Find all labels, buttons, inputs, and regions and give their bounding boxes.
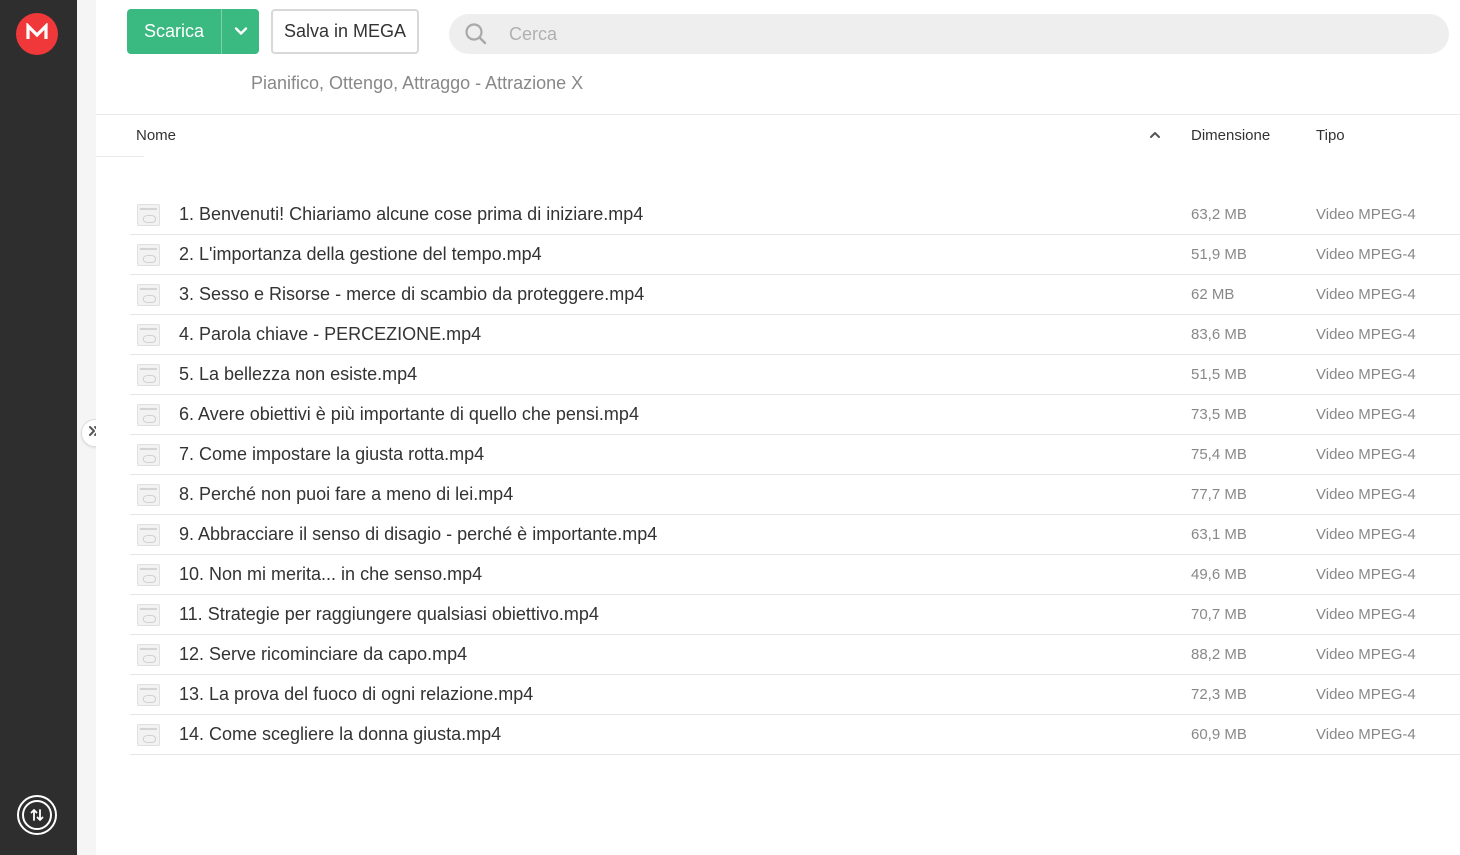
file-row[interactable]: 5. La bellezza non esiste.mp4 51,5 MB Vide… [130,355,1460,395]
download-label[interactable]: Scarica [127,9,221,54]
file-name: 2. L'importanza della gestione del tempo… [179,244,542,264]
file-size: 62 MB [1191,286,1235,303]
file-row[interactable]: 2. L'importanza della gestione del tempo… [130,235,1460,275]
sort-ascending-icon[interactable] [1148,128,1162,142]
video-thumbnail-icon [137,244,160,266]
file-size: 77,7 MB [1191,486,1247,503]
file-size: 51,5 MB [1191,366,1247,383]
save-to-mega-button[interactable]: Salva in MEGA [271,9,419,54]
file-name: 8. Perché non puoi fare a meno di lei.mp… [179,484,514,504]
video-thumbnail-icon [137,284,160,306]
mega-logo-icon [26,21,48,46]
file-row[interactable]: 1. Benvenuti! Chiariamo alcune cose prim… [130,195,1460,235]
file-size: 51,9 MB [1191,246,1247,263]
file-type: Video MPEG-4 [1316,366,1416,383]
file-size: 88,2 MB [1191,646,1247,663]
file-type: Video MPEG-4 [1316,566,1416,583]
chevron-down-icon [234,23,248,41]
video-thumbnail-icon [137,684,160,706]
search-bar[interactable] [449,14,1449,54]
file-name: 10. Non mi merita... in che senso.mp4 [179,564,483,584]
file-type: Video MPEG-4 [1316,606,1416,623]
file-row[interactable]: 14. Come scegliere la donna giusta.mp4 60… [130,715,1460,755]
column-header-name[interactable]: Nome [136,127,176,144]
file-size: 49,6 MB [1191,566,1247,583]
video-thumbnail-icon [137,524,160,546]
file-type: Video MPEG-4 [1316,446,1416,463]
folder-title: Pianifico, Ottengo, Attraggo - Attrazion… [251,73,584,93]
file-type: Video MPEG-4 [1316,486,1416,503]
search-icon [451,22,501,46]
sidebar [0,0,77,855]
file-type: Video MPEG-4 [1316,246,1416,263]
file-row[interactable]: 11. Strategie per raggiungere qualsiasi … [130,595,1460,635]
file-size: 72,3 MB [1191,686,1247,703]
download-button[interactable]: Scarica [127,9,259,54]
file-type: Video MPEG-4 [1316,646,1416,663]
video-thumbnail-icon [137,484,160,506]
file-type: Video MPEG-4 [1316,326,1416,343]
main-content: Scarica Salva in MEGA Pianifico, Ottengo… [96,0,1460,855]
file-name: 5. La bellezza non esiste.mp4 [179,364,418,384]
file-type: Video MPEG-4 [1316,726,1416,743]
file-row[interactable]: 12. Serve ricominciare da capo.mp4 88,2 M… [130,635,1460,675]
file-size: 63,2 MB [1191,206,1247,223]
column-header-type[interactable]: Tipo [1316,127,1345,144]
file-row[interactable]: 10. Non mi merita... in che senso.mp4 49,… [130,555,1460,595]
file-size: 70,7 MB [1191,606,1247,623]
file-list: 1. Benvenuti! Chiariamo alcune cose prim… [130,195,1460,755]
mega-logo[interactable] [16,13,58,55]
file-row[interactable]: 3. Sesso e Risorse - merce di scambio da… [130,275,1460,315]
video-thumbnail-icon [137,724,160,746]
file-type: Video MPEG-4 [1316,206,1416,223]
file-name: 6. Avere obiettivi è più importante di q… [179,404,639,424]
file-name: 11. Strategie per raggiungere qualsiasi … [179,604,599,624]
video-thumbnail-icon [137,564,160,586]
app-window: Scarica Salva in MEGA Pianifico, Ottengo… [0,0,1460,855]
file-name: 4. Parola chiave - PERCEZIONE.mp4 [179,324,482,344]
video-thumbnail-icon [137,364,160,386]
file-size: 63,1 MB [1191,526,1247,543]
file-row[interactable]: 13. La prova del fuoco di ogni relazione… [130,675,1460,715]
file-name: 12. Serve ricominciare da capo.mp4 [179,644,468,664]
file-name: 9. Abbracciare il senso di disagio - per… [179,524,658,544]
file-type: Video MPEG-4 [1316,686,1416,703]
file-name: 1. Benvenuti! Chiariamo alcune cose prim… [179,204,644,224]
file-size: 75,4 MB [1191,446,1247,463]
file-type: Video MPEG-4 [1316,526,1416,543]
file-row[interactable]: 4. Parola chiave - PERCEZIONE.mp4 83,6 MB… [130,315,1460,355]
transfers-button[interactable] [17,795,57,835]
file-size: 73,5 MB [1191,406,1247,423]
file-name: 7. Come impostare la giusta rotta.mp4 [179,444,485,464]
download-options-button[interactable] [221,9,259,54]
video-thumbnail-icon [137,324,160,346]
video-thumbnail-icon [137,604,160,626]
video-thumbnail-icon [137,204,160,226]
file-row[interactable]: 9. Abbracciare il senso di disagio - per… [130,515,1460,555]
file-type: Video MPEG-4 [1316,286,1416,303]
divider [96,114,1460,115]
file-row[interactable]: 8. Perché non puoi fare a meno di lei.mp… [130,475,1460,515]
file-size: 83,6 MB [1191,326,1247,343]
file-name: 13. La prova del fuoco di ogni relazione… [179,684,534,704]
file-type: Video MPEG-4 [1316,406,1416,423]
search-input[interactable] [509,23,1409,45]
file-row[interactable]: 7. Come impostare la giusta rotta.mp4 75,… [130,435,1460,475]
file-name: 3. Sesso e Risorse - merce di scambio da… [179,284,645,304]
video-thumbnail-icon [137,404,160,426]
divider [96,156,144,157]
column-header-size[interactable]: Dimensione [1191,127,1270,144]
file-size: 60,9 MB [1191,726,1247,743]
video-thumbnail-icon [137,444,160,466]
file-row[interactable]: 6. Avere obiettivi è più importante di q… [130,395,1460,435]
file-name: 14. Come scegliere la donna giusta.mp4 [179,724,502,744]
transfers-icon [22,800,52,830]
video-thumbnail-icon [137,644,160,666]
